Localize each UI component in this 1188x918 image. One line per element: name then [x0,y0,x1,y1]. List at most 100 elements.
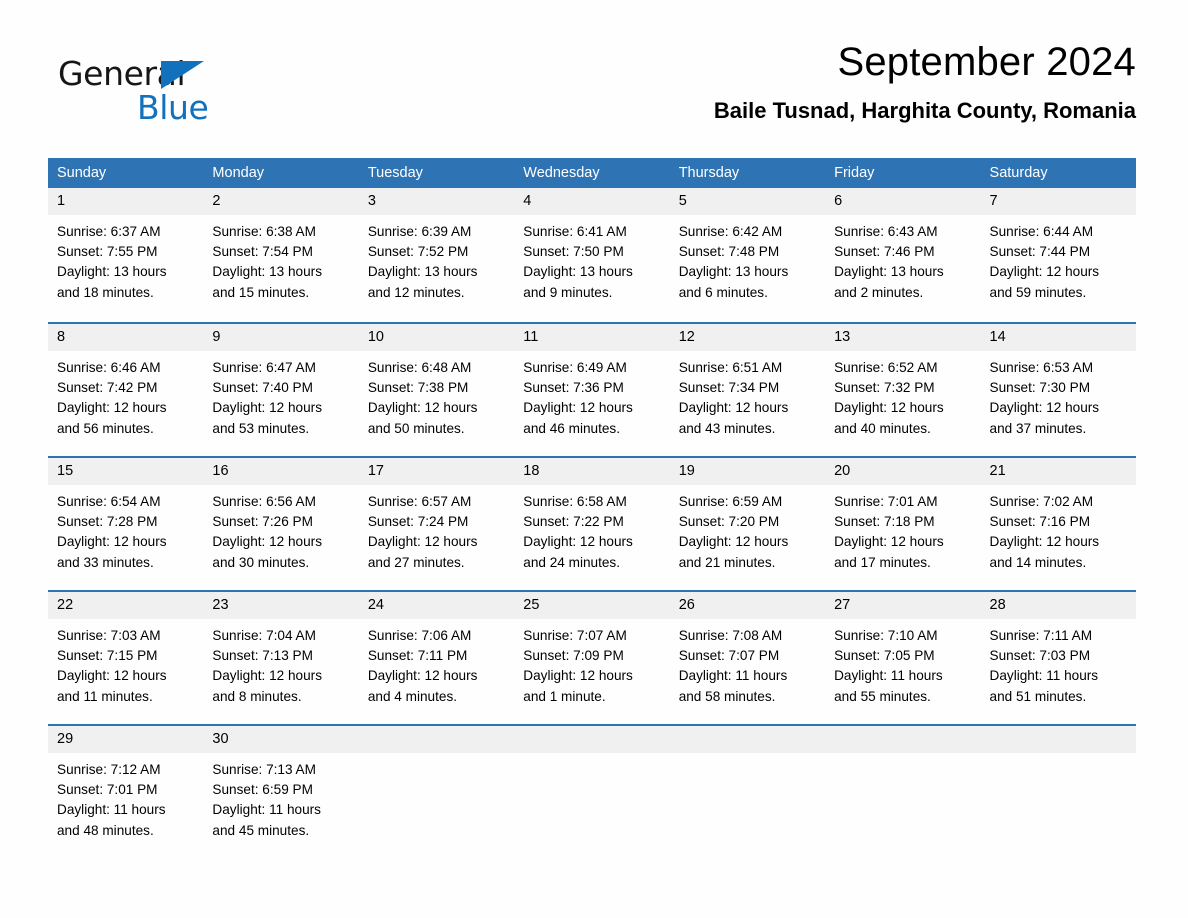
sunrise-text: Sunrise: 7:01 AM [834,494,938,509]
sunrise-text: Sunrise: 7:02 AM [989,494,1094,509]
triangle-icon [161,61,204,89]
day-details: Sunrise: 6:58 AM Sunset: 7:22 PM Daylight:… [514,485,669,573]
day-details: Sunrise: 6:38 AM Sunset: 7:54 PM Daylight:… [203,215,358,303]
calendar-day-cell[interactable]: 28 Sunrise: 7:11 AM Sunset: 7:03 PM Dayligh… [980,592,1136,724]
daylight-text-line2: and 45 minutes. [212,822,310,838]
day-number: 6 [825,188,981,215]
daylight-text-line2: and 27 minutes. [367,554,465,570]
day-details: Sunrise: 7:01 AM Sunset: 7:18 PM Daylight:… [825,485,980,573]
sunset-text: Sunset: 7:50 PM [523,244,624,260]
day-number [514,726,670,753]
daylight-text-line2: and 24 minutes. [523,554,620,570]
daylight-text-line2: and 37 minutes. [989,420,1087,436]
calendar-day-cell[interactable]: 18 Sunrise: 6:58 AM Sunset: 7:22 PM Dayligh… [514,458,670,590]
calendar-day-cell[interactable]: 21 Sunrise: 7:02 AM Sunset: 7:16 PM Dayligh… [980,458,1136,590]
daylight-text-line2: and 48 minutes. [57,822,154,838]
calendar-day-cell[interactable]: 24 Sunrise: 7:06 AM Sunset: 7:11 PM Dayligh… [358,592,515,724]
daylight-text-line1: Daylight: 12 hours [834,400,944,416]
daylight-text-line1: Daylight: 12 hours [678,534,789,550]
day-number: 23 [203,592,359,619]
calendar-day-cell[interactable]: 27 Sunrise: 7:10 AM Sunset: 7:05 PM Dayligh… [825,592,981,724]
day-number: 14 [980,324,1136,351]
calendar-day-cell[interactable]: 2 Sunrise: 6:38 AM Sunset: 7:54 PM Daylight… [203,188,359,322]
day-details: Sunrise: 6:42 AM Sunset: 7:48 PM Daylight:… [670,215,825,303]
calendar-weeks: 1 Sunrise: 6:37 AM Sunset: 7:55 PM Daylight… [48,188,1136,858]
daylight-text-line2: and 50 minutes. [367,420,465,436]
sunrise-text: Sunrise: 7:11 AM [989,628,1093,643]
calendar-day-cell[interactable]: 19 Sunrise: 6:59 AM Sunset: 7:20 PM Dayligh… [669,458,826,590]
daylight-text-line2: and 17 minutes. [834,554,931,570]
day-number: 21 [980,458,1136,485]
daylight-text-line1: Daylight: 12 hours [678,400,789,416]
sunset-text: Sunset: 6:59 PM [212,782,313,798]
daylight-text-line2: and 18 minutes. [57,284,154,300]
calendar-day-cell[interactable]: 1 Sunrise: 6:37 AM Sunset: 7:55 PM Daylight… [48,188,204,322]
day-number [980,726,1136,753]
sunrise-text: Sunrise: 7:07 AM [523,628,627,643]
calendar-day-cell[interactable]: 15 Sunrise: 6:54 AM Sunset: 7:28 PM Dayligh… [48,458,204,590]
sunrise-text: Sunrise: 6:38 AM [212,224,316,239]
calendar-day-cell[interactable]: 13 Sunrise: 6:52 AM Sunset: 7:32 PM Dayligh… [825,324,981,456]
calendar-day-cell[interactable]: 26 Sunrise: 7:08 AM Sunset: 7:07 PM Dayligh… [669,592,826,724]
calendar-day-cell[interactable]: 20 Sunrise: 7:01 AM Sunset: 7:18 PM Dayligh… [825,458,981,590]
calendar-day-cell[interactable]: 23 Sunrise: 7:04 AM Sunset: 7:13 PM Dayligh… [203,592,359,724]
calendar-day-cell[interactable]: 4 Sunrise: 6:41 AM Sunset: 7:50 PM Daylight… [514,188,670,322]
day-details: Sunrise: 7:02 AM Sunset: 7:16 PM Daylight:… [981,485,1136,573]
calendar-day-cell[interactable]: 6 Sunrise: 6:43 AM Sunset: 7:46 PM Daylight… [825,188,981,322]
calendar-day-cell[interactable]: 16 Sunrise: 6:56 AM Sunset: 7:26 PM Dayligh… [203,458,359,590]
day-number [358,726,515,753]
calendar-day-cell[interactable]: 22 Sunrise: 7:03 AM Sunset: 7:15 PM Dayligh… [48,592,204,724]
day-number: 3 [358,188,515,215]
day-details: Sunrise: 6:37 AM Sunset: 7:55 PM Daylight:… [48,215,203,303]
calendar-day-cell[interactable]: 17 Sunrise: 6:57 AM Sunset: 7:24 PM Dayligh… [358,458,515,590]
calendar-day-cell[interactable]: 7 Sunrise: 6:44 AM Sunset: 7:44 PM Daylight… [980,188,1136,322]
calendar-day-cell[interactable]: 29 Sunrise: 7:12 AM Sunset: 7:01 PM Dayligh… [48,726,204,858]
day-details: Sunrise: 6:41 AM Sunset: 7:50 PM Daylight:… [514,215,669,303]
calendar-day-cell[interactable]: 5 Sunrise: 6:42 AM Sunset: 7:48 PM Daylight… [669,188,826,322]
daylight-text-line2: and 11 minutes. [57,688,153,704]
calendar-day-cell[interactable]: 30 Sunrise: 7:13 AM Sunset: 6:59 PM Dayligh… [203,726,359,858]
day-number: 16 [203,458,359,485]
calendar-day-cell[interactable]: 10 Sunrise: 6:48 AM Sunset: 7:38 PM Dayligh… [358,324,515,456]
calendar-day-cell-empty [514,726,670,858]
sunset-text: Sunset: 7:13 PM [212,648,313,664]
sunset-text: Sunset: 7:09 PM [523,648,624,664]
sunrise-text: Sunrise: 6:47 AM [212,360,316,375]
calendar-page: General Blue September 2024 Baile Tusnad… [0,0,1188,918]
sunset-text: Sunset: 7:52 PM [367,244,469,260]
sunrise-text: Sunrise: 6:58 AM [523,494,627,509]
day-details: Sunrise: 6:46 AM Sunset: 7:42 PM Daylight:… [48,351,203,439]
sunset-text: Sunset: 7:40 PM [212,380,313,396]
day-details: Sunrise: 6:53 AM Sunset: 7:30 PM Daylight:… [981,351,1136,439]
general-blue-logo[interactable]: General Blue [58,54,288,134]
sunrise-text: Sunrise: 6:52 AM [834,360,938,375]
calendar-day-cell[interactable]: 14 Sunrise: 6:53 AM Sunset: 7:30 PM Dayligh… [980,324,1136,456]
calendar-day-cell-empty [980,726,1136,858]
daylight-text-line1: Daylight: 12 hours [57,668,167,684]
calendar-day-cell[interactable]: 9 Sunrise: 6:47 AM Sunset: 7:40 PM Daylight… [203,324,359,456]
calendar-day-cell[interactable]: 8 Sunrise: 6:46 AM Sunset: 7:42 PM Daylight… [48,324,204,456]
day-details [514,753,669,760]
daylight-text-line1: Daylight: 12 hours [212,400,322,416]
calendar-week-row: 8 Sunrise: 6:46 AM Sunset: 7:42 PM Daylight… [48,322,1136,456]
day-details: Sunrise: 7:10 AM Sunset: 7:05 PM Daylight:… [825,619,980,707]
daylight-text-line2: and 14 minutes. [989,554,1087,570]
day-number: 8 [48,324,204,351]
calendar-day-cell[interactable]: 11 Sunrise: 6:49 AM Sunset: 7:36 PM Dayligh… [514,324,670,456]
day-number: 19 [669,458,826,485]
day-number: 9 [203,324,359,351]
calendar-day-cell[interactable]: 12 Sunrise: 6:51 AM Sunset: 7:34 PM Dayligh… [669,324,826,456]
sunrise-text: Sunrise: 6:43 AM [834,224,938,239]
daylight-text-line1: Daylight: 11 hours [678,668,788,684]
daylight-text-line1: Daylight: 11 hours [212,802,321,818]
weekday-header-friday: Friday [834,165,875,181]
daylight-text-line2: and 2 minutes. [834,284,924,300]
calendar-day-cell[interactable]: 3 Sunrise: 6:39 AM Sunset: 7:52 PM Daylight… [358,188,515,322]
daylight-text-line2: and 6 minutes. [678,284,768,300]
sunrise-text: Sunrise: 6:37 AM [57,224,161,239]
day-number: 5 [669,188,826,215]
sunrise-text: Sunrise: 7:08 AM [678,628,783,643]
daylight-text-line1: Daylight: 12 hours [989,400,1100,416]
daylight-text-line2: and 55 minutes. [834,688,931,704]
calendar-day-cell[interactable]: 25 Sunrise: 7:07 AM Sunset: 7:09 PM Dayligh… [514,592,670,724]
